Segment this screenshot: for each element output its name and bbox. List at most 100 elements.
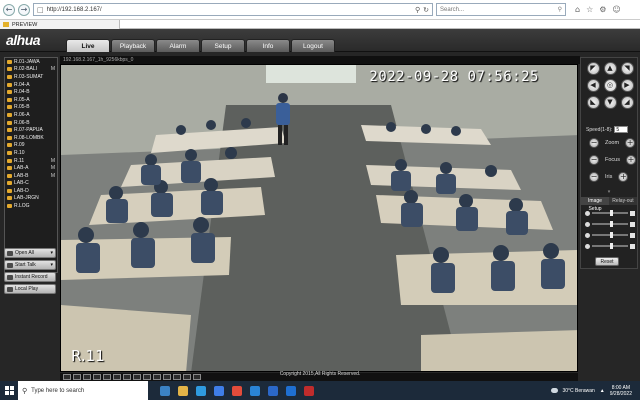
channel-item[interactable]: LAB-B M: [5, 172, 57, 180]
channel-label: R.04-A: [14, 81, 30, 88]
hue-icon: [585, 243, 590, 249]
word-icon[interactable]: [268, 385, 278, 396]
browser-search-field[interactable]: Search... ⚲: [436, 3, 566, 16]
edge-icon[interactable]: [196, 385, 206, 396]
channel-label: R.08-LOMBK: [14, 134, 44, 141]
address-bar[interactable]: □ http://192.168.2.167/ ⚲ ↻: [33, 3, 433, 16]
zoom-in-button[interactable]: +: [625, 138, 636, 148]
tab-title: PREVIEW: [12, 21, 38, 28]
tab-image-setup[interactable]: Image Setup: [581, 197, 609, 212]
channel-item[interactable]: R.03-SUMAT: [5, 73, 57, 81]
ie-icon[interactable]: [250, 385, 260, 396]
ptz-down-left-button[interactable]: ◣: [586, 96, 600, 109]
zoom-out-button[interactable]: −: [589, 138, 599, 148]
taskbar: ⚲ Type here to search 30°C Berawan ▲ 8:0…: [0, 381, 640, 400]
iris-open-button[interactable]: +: [618, 172, 629, 182]
search-icon[interactable]: ⚲: [415, 6, 420, 14]
channel-item[interactable]: R.11 M: [5, 157, 57, 165]
clock[interactable]: 8:00 AM 9/28/2022: [610, 385, 632, 397]
chrome-icon[interactable]: [232, 385, 242, 396]
home-icon[interactable]: ⌂: [575, 5, 580, 14]
app-header: alhua Live Playback Alarm Setup Info Log…: [0, 29, 640, 52]
instant-record-button[interactable]: Instant Record: [4, 272, 56, 282]
ptz-down-right-button[interactable]: ◢: [620, 96, 634, 109]
channel-item[interactable]: R.LOG: [5, 202, 57, 210]
chevron-down-icon: ▾: [50, 250, 53, 256]
channel-label: LAB-B: [14, 172, 29, 179]
saturation-value-box: [630, 232, 635, 238]
chevron-down-icon[interactable]: ▾: [583, 190, 635, 195]
contrast-slider[interactable]: [585, 221, 635, 227]
reset-button[interactable]: Reset: [595, 257, 619, 266]
tab-logout[interactable]: Logout: [291, 39, 335, 52]
brightness-slider[interactable]: [585, 210, 635, 216]
forward-button[interactable]: →: [18, 3, 30, 16]
channel-item[interactable]: R.08-LOMBK: [5, 134, 57, 142]
local-play-button[interactable]: Local Play: [4, 284, 56, 294]
channel-item[interactable]: R.10: [5, 149, 57, 157]
iris-close-button[interactable]: −: [589, 172, 599, 182]
ptz-center-button[interactable]: ◎: [603, 79, 617, 92]
channel-item[interactable]: LAB-D: [5, 187, 57, 195]
network-icon[interactable]: ▲: [600, 388, 605, 394]
ptz-up-button[interactable]: ▲: [603, 62, 617, 75]
tab-playback[interactable]: Playback: [111, 39, 155, 52]
start-button[interactable]: [0, 381, 18, 400]
channel-item[interactable]: R.05-B: [5, 104, 57, 112]
channel-label: R.05-B: [14, 104, 30, 111]
hue-slider[interactable]: [585, 243, 635, 249]
tab-favicon: [3, 22, 9, 27]
media-icon[interactable]: [304, 385, 314, 396]
channel-item[interactable]: R.06-A: [5, 111, 57, 119]
focus-in-button[interactable]: +: [625, 155, 636, 165]
channel-item[interactable]: LAB-A M: [5, 164, 57, 172]
channel-item[interactable]: R.01-JAWA: [5, 58, 57, 66]
channel-label: R.09: [14, 142, 25, 149]
live-video-view[interactable]: 2022-09-28 07:56:25 R.11: [60, 64, 578, 372]
ptz-up-right-button[interactable]: ◥: [620, 62, 634, 75]
camera-icon: [7, 97, 12, 102]
back-button[interactable]: ←: [3, 3, 15, 16]
ptz-right-button[interactable]: ▶: [620, 79, 634, 92]
ptz-down-button[interactable]: ▼: [603, 96, 617, 109]
channel-stream-tag: M: [50, 66, 55, 73]
channel-item[interactable]: R.06-B: [5, 119, 57, 127]
channel-label: LAB-A: [14, 165, 29, 172]
tab-relay-out[interactable]: Relay-out: [609, 197, 637, 205]
task-view-icon[interactable]: [160, 385, 170, 396]
channel-item[interactable]: R.04-A: [5, 81, 57, 89]
saturation-slider[interactable]: [585, 232, 635, 238]
smiley-icon[interactable]: ☺: [612, 5, 620, 14]
focus-out-button[interactable]: −: [589, 155, 599, 165]
channel-item[interactable]: R.07-PAPUA: [5, 126, 57, 134]
channel-item[interactable]: R.09: [5, 142, 57, 150]
zoom-icon[interactable]: [286, 385, 296, 396]
channel-item[interactable]: R.04-B: [5, 88, 57, 96]
channel-item[interactable]: LAB-JRGN: [5, 195, 57, 203]
tab-info[interactable]: Info: [246, 39, 290, 52]
browser-tab[interactable]: PREVIEW: [0, 20, 120, 29]
browser-search-placeholder: Search...: [440, 6, 465, 13]
channel-item[interactable]: R.02-BALI M: [5, 66, 57, 74]
camera-icon: [7, 204, 12, 209]
record-icon: [7, 274, 13, 280]
settings-icon[interactable]: ⚙: [599, 5, 606, 14]
taskbar-search[interactable]: ⚲ Type here to search: [18, 381, 148, 400]
store-icon[interactable]: [214, 385, 224, 396]
camera-icon: [7, 59, 12, 64]
channel-stream-tag: M: [50, 165, 55, 172]
ptz-left-button[interactable]: ◀: [586, 79, 600, 92]
refresh-icon[interactable]: ↻: [423, 6, 429, 14]
start-talk-button[interactable]: Start Talk ▾: [4, 260, 56, 270]
tab-live[interactable]: Live: [66, 39, 110, 52]
file-explorer-icon[interactable]: [178, 385, 188, 396]
speed-select[interactable]: 5: [614, 126, 629, 133]
channel-item[interactable]: LAB-C: [5, 180, 57, 188]
tab-alarm[interactable]: Alarm: [156, 39, 200, 52]
favorites-icon[interactable]: ☆: [586, 5, 593, 14]
channel-item[interactable]: R.05-A: [5, 96, 57, 104]
open-all-button[interactable]: Open All ▾: [4, 248, 56, 258]
focus-label: Focus: [605, 157, 620, 163]
ptz-up-left-button[interactable]: ◤: [586, 62, 600, 75]
tab-setup[interactable]: Setup: [201, 39, 245, 52]
